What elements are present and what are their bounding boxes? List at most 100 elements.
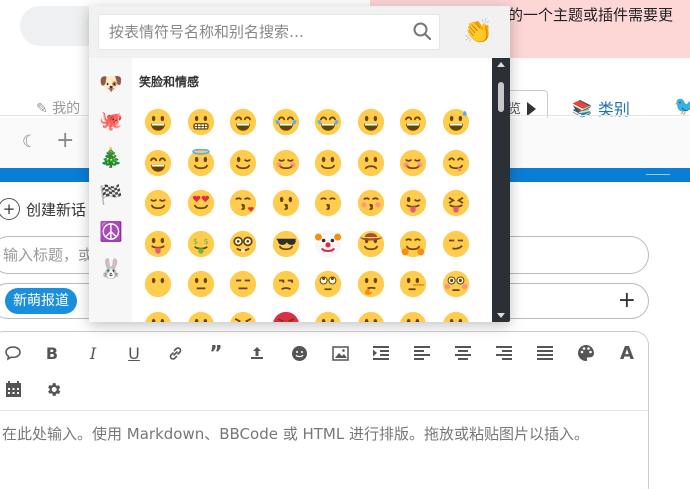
svg-text:$: $	[203, 237, 208, 246]
emoji-grimace[interactable]	[185, 106, 217, 138]
emoji-smirk[interactable]	[440, 228, 472, 260]
emoji-confused[interactable]	[355, 309, 387, 322]
emoji-yum[interactable]	[440, 147, 472, 179]
align-left-icon[interactable]	[409, 340, 435, 366]
scrollbar[interactable]	[492, 58, 510, 322]
emoji-icon[interactable]	[286, 340, 312, 366]
section-title: 笑脸和情感	[139, 75, 200, 89]
emoji-lying[interactable]	[397, 268, 429, 300]
emoji-grin[interactable]	[142, 106, 174, 138]
underline-icon[interactable]: U	[121, 340, 147, 366]
upload-icon[interactable]	[244, 340, 270, 366]
calendar-icon[interactable]	[0, 376, 26, 402]
emoji-search-input[interactable]	[98, 14, 440, 50]
plus-icon[interactable]: +	[56, 128, 74, 153]
blockquote-icon[interactable]: ”	[203, 340, 229, 366]
emoji-clown[interactable]	[312, 228, 344, 260]
scroll-thumb[interactable]	[498, 82, 504, 112]
link-icon[interactable]	[162, 340, 188, 366]
editor-divider	[0, 410, 648, 411]
emoji-nerd[interactable]	[227, 228, 259, 260]
emoji-expressionless[interactable]	[227, 268, 259, 300]
editor-toolbar: B I U ” A	[0, 340, 650, 368]
emoji-laugh[interactable]	[142, 147, 174, 179]
emoji-kiss-heart[interactable]	[227, 187, 259, 219]
scroll-down-icon[interactable]	[497, 313, 505, 318]
tab-categories-label: 类别	[597, 100, 630, 119]
play-icon	[527, 102, 536, 116]
emoji-thinking[interactable]	[355, 268, 387, 300]
create-topic-label: 创建新话	[26, 200, 87, 219]
emoji-unamused[interactable]	[270, 268, 302, 300]
emoji-smile[interactable]	[397, 106, 429, 138]
emoji-wink-tongue[interactable]	[397, 187, 429, 219]
align-center-icon[interactable]	[450, 340, 476, 366]
emoji-picker-header: 👏	[89, 6, 510, 58]
bold-icon[interactable]: B	[39, 340, 65, 366]
editor-textarea[interactable]: 在此处输入。使用 Markdown、BBCode 或 HTML 进行排版。拖放或…	[2, 422, 622, 447]
emoji-rage[interactable]	[270, 309, 302, 322]
emoji-squint-tongue[interactable]	[440, 187, 472, 219]
indent-icon[interactable]	[368, 340, 394, 366]
notice-text: 的一个主题或插件需要更	[508, 6, 674, 24]
emoji-kiss[interactable]	[270, 187, 302, 219]
quote-bubble-icon[interactable]	[0, 340, 26, 366]
image-icon[interactable]	[327, 340, 353, 366]
moon-icon[interactable]: ☾	[22, 132, 37, 152]
italic-icon[interactable]: I	[80, 340, 106, 366]
create-topic-row[interactable]: + 创建新话	[0, 198, 86, 220]
font-icon[interactable]: A	[614, 340, 640, 366]
align-right-icon[interactable]	[491, 340, 517, 366]
emoji-category-sidebar: 🐶 🐙 🎄 🏁 ☮️ 🐰	[89, 58, 132, 322]
emoji-neutral[interactable]	[185, 268, 217, 300]
tab-categories[interactable]: 📚 类别	[572, 96, 630, 120]
emoji-smiley[interactable]	[355, 106, 387, 138]
emoji-pensive[interactable]	[312, 309, 344, 322]
add-tag-icon[interactable]: +	[618, 288, 636, 313]
emoji-eyeroll[interactable]	[312, 268, 344, 300]
emoji-frowning[interactable]	[440, 309, 472, 322]
emoji-flushed[interactable]	[440, 268, 472, 300]
emoji-category-flags[interactable]: 🏁	[97, 181, 125, 209]
emoji-angry[interactable]	[227, 309, 259, 322]
emoji-money[interactable]: $ $	[185, 228, 217, 260]
emoji-upside[interactable]	[355, 147, 387, 179]
emoji-category-custom[interactable]: 🐰	[97, 255, 125, 283]
palette-icon[interactable]	[573, 340, 599, 366]
emoji-category-favorites[interactable]: 🐶	[97, 70, 125, 98]
emoji-category-symbols[interactable]: ☮️	[97, 218, 125, 246]
category-chip[interactable]: 新萌报道	[5, 288, 77, 314]
emoji-hearts[interactable]	[185, 187, 217, 219]
emoji-kiss-smile[interactable]	[312, 187, 344, 219]
emoji-category-smileys[interactable]: 🐙	[97, 107, 125, 135]
search-icon	[413, 22, 431, 40]
emoji-wink[interactable]	[227, 147, 259, 179]
emoji-category-objects[interactable]: 🎄	[97, 144, 125, 172]
emoji-no-mouth[interactable]	[142, 268, 174, 300]
skin-tone-button[interactable]: 👏	[463, 16, 493, 46]
emoji-relaxed[interactable]	[397, 147, 429, 179]
emoji-halo[interactable]	[185, 147, 217, 179]
align-justify-icon[interactable]	[532, 340, 558, 366]
svg-text:$: $	[193, 237, 198, 246]
gear-icon[interactable]	[40, 376, 66, 402]
emoji-worried[interactable]	[185, 309, 217, 322]
emoji-cool[interactable]	[270, 228, 302, 260]
emoji-rofl[interactable]	[312, 106, 344, 138]
emoji-kiss-closed[interactable]	[355, 187, 387, 219]
emoji-cowboy[interactable]	[355, 228, 387, 260]
emoji-relieved[interactable]	[142, 187, 174, 219]
emoji-tongue[interactable]	[142, 228, 174, 260]
emoji-hug[interactable]	[397, 228, 429, 260]
emoji-joy[interactable]	[270, 106, 302, 138]
emoji-blush[interactable]	[270, 147, 302, 179]
emoji-list: 笑脸和情感 $ $	[132, 58, 492, 322]
emoji-frown[interactable]	[397, 309, 429, 322]
scroll-up-icon[interactable]	[497, 62, 505, 67]
emoji-picker: 👏 🐶🐙🎄🏁☮️🐰 笑脸和情感 $$	[89, 6, 510, 322]
emoji-disappointed[interactable]	[142, 309, 174, 322]
emoji-sweat[interactable]	[440, 106, 472, 138]
bird-icon[interactable]: 🐦	[674, 96, 690, 117]
emoji-beam[interactable]	[227, 106, 259, 138]
emoji-slight[interactable]	[312, 147, 344, 179]
